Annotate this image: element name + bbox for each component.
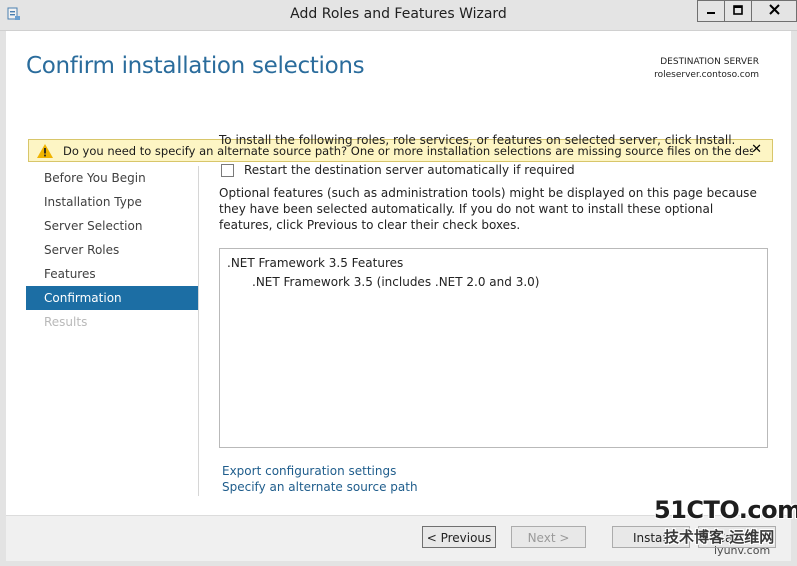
minimize-icon: [706, 4, 716, 18]
destination-label: DESTINATION SERVER: [660, 57, 759, 67]
nav-item-before-you-begin[interactable]: Before You Begin: [26, 166, 198, 190]
close-icon: [768, 4, 780, 18]
cancel-button[interactable]: Cancel: [698, 526, 776, 548]
nav-item-confirmation[interactable]: Confirmation: [26, 286, 198, 310]
maximize-button[interactable]: [724, 0, 752, 22]
nav-item-features[interactable]: Features: [26, 262, 198, 286]
install-button[interactable]: Install: [612, 526, 690, 548]
minimize-button[interactable]: [697, 0, 725, 22]
close-button[interactable]: [751, 0, 797, 22]
selections-list[interactable]: .NET Framework 3.5 Features .NET Framewo…: [219, 248, 768, 448]
previous-button[interactable]: < Previous: [422, 526, 496, 548]
intro-text: To install the following roles, role ser…: [219, 133, 736, 147]
nav-divider: [198, 166, 199, 496]
list-item: .NET Framework 3.5 (includes .NET 2.0 an…: [252, 275, 540, 289]
nav-item-server-selection[interactable]: Server Selection: [26, 214, 198, 238]
optional-features-text: Optional features (such as administratio…: [219, 186, 757, 232]
wizard-steps-nav: Before You Begin Installation Type Serve…: [26, 166, 198, 334]
warning-close-icon[interactable]: ✕: [751, 142, 762, 157]
alternate-source-link[interactable]: Specify an alternate source path: [222, 480, 418, 494]
destination-server: DESTINATION SERVER roleserver.contoso.co…: [654, 56, 759, 82]
maximize-icon: [733, 4, 743, 18]
export-configuration-link[interactable]: Export configuration settings: [222, 464, 396, 478]
nav-item-server-roles[interactable]: Server Roles: [26, 238, 198, 262]
destination-server-name: roleserver.contoso.com: [654, 70, 759, 80]
restart-checkbox-label[interactable]: Restart the destination server automatic…: [244, 163, 575, 177]
list-item: .NET Framework 3.5 Features: [227, 256, 404, 270]
restart-checkbox[interactable]: [221, 163, 234, 177]
page-title: Confirm installation selections: [26, 53, 365, 79]
button-bar: < Previous Next > Install Cancel: [6, 515, 791, 561]
nav-item-results: Results: [44, 315, 88, 329]
restart-checkbox-row[interactable]: Restart the destination server automatic…: [221, 163, 575, 177]
window-title: Add Roles and Features Wizard: [290, 6, 507, 22]
warning-icon: [37, 144, 53, 158]
wizard-content: Confirm installation selections DESTINAT…: [6, 31, 791, 515]
nav-item-installation-type[interactable]: Installation Type: [26, 190, 198, 214]
title-bar: Add Roles and Features Wizard: [0, 0, 797, 31]
next-button[interactable]: Next >: [511, 526, 586, 548]
